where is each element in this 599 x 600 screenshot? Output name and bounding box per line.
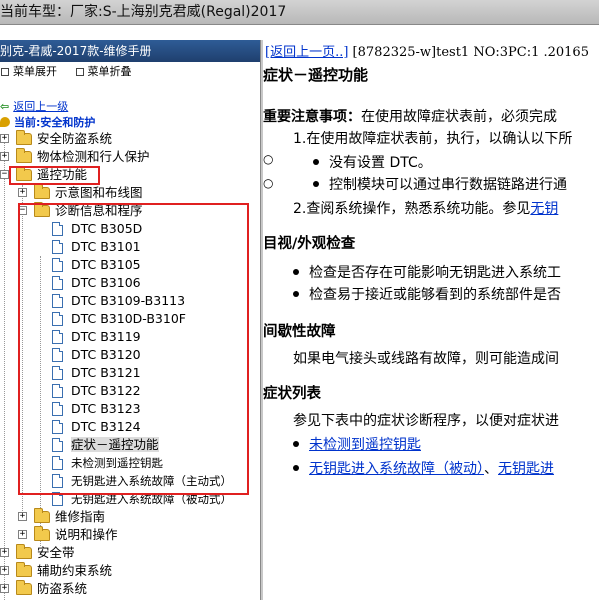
folder-icon	[16, 130, 32, 145]
vehicle-header: 当前车型：厂家:S-上海别克君威(Regal)2017	[0, 0, 599, 25]
section-symptom-list: 症状列表	[263, 386, 321, 402]
back-up-link[interactable]: ⇦ 返回上一级	[0, 98, 68, 114]
expand-plus-icon[interactable]: +	[0, 152, 9, 161]
expand-plus-icon[interactable]: +	[0, 584, 9, 593]
menu-toolbar: 菜单展开 菜单折叠	[0, 62, 260, 82]
location-pin-icon	[0, 117, 10, 127]
section-visual-inspection: 目视/外观检查	[263, 236, 356, 252]
visual-check-2: 检查易于接近或能够看到的系统部件是否	[293, 284, 561, 304]
bullet-serial-data: 控制模块可以通过串行数据链路进行通	[313, 174, 567, 194]
symptom-link-item-1: 未检测到遥控钥匙	[293, 434, 421, 454]
folder-icon	[34, 526, 50, 541]
doc-reference: [8782325-w]test1 NO:3PC:1 .20165	[348, 45, 589, 60]
vehicle-label: 当前车型：	[0, 4, 70, 20]
navigation-panel: 别克-君威-2017款-维修手册 菜单展开 菜单折叠 ⇦ 返回上一级 当前:安全和…	[0, 40, 260, 600]
bullet-icon	[293, 441, 299, 447]
keyless-entry-link[interactable]: 无钥匙进	[498, 461, 554, 477]
folder-icon	[16, 580, 32, 595]
highlight-diagnostics	[18, 203, 249, 495]
bullet-icon	[313, 181, 319, 187]
symptom-text: 参见下表中的症状诊断程序，以便对症状进	[293, 413, 559, 429]
menu-expand-button[interactable]: 菜单展开	[0, 62, 57, 82]
vehicle-value: 厂家:S-上海别克君威(Regal)2017	[70, 4, 287, 20]
step-1: 1.在使用故障症状表前，执行，以确认以下所	[293, 131, 573, 147]
notice-line: 重要注意事项：在使用故障症状表前，必须完成	[263, 109, 557, 125]
bullet-icon	[293, 269, 299, 275]
doc-reference-line: [返回上一页..] [8782325-w]test1 NO:3PC:1 .201…	[265, 41, 589, 60]
folder-icon	[16, 562, 32, 577]
back-arrow-icon: ⇦	[0, 100, 10, 113]
expand-plus-icon[interactable]: +	[18, 512, 27, 521]
collapse-icon	[75, 68, 84, 76]
folder-icon	[34, 184, 50, 199]
step-2: 2.查阅系统操作，熟悉系统功能。参见无钥	[293, 201, 559, 217]
bullet-icon	[313, 159, 319, 165]
visual-check-1: 检查是否存在可能影响无钥匙进入系统工	[293, 262, 561, 282]
expand-plus-icon[interactable]: +	[0, 134, 9, 143]
back-page-link[interactable]: [返回上一页..]	[265, 45, 348, 60]
expand-plus-icon[interactable]: +	[0, 548, 9, 557]
collapse-minus-icon[interactable]: −	[0, 170, 9, 179]
keyless-system-link[interactable]: 无钥	[530, 201, 558, 217]
bullet-no-dtc: 没有设置 DTC。	[313, 152, 432, 172]
folder-icon	[16, 544, 32, 559]
list-marker-icon: ○	[263, 152, 274, 166]
expand-plus-icon[interactable]: +	[18, 188, 27, 197]
intermittent-text: 如果电气接头或线路有故障，则可能造成间	[293, 351, 559, 367]
symptom-link-item-2: 无钥匙进入系统故障（被动）、无钥匙进	[293, 458, 554, 478]
highlight-remote-function	[9, 166, 100, 185]
current-location: 当前:安全和防护	[0, 114, 95, 130]
expand-plus-icon[interactable]: +	[18, 530, 27, 539]
bullet-icon	[293, 465, 299, 471]
bullet-icon	[293, 291, 299, 297]
content-panel: [返回上一页..] [8782325-w]test1 NO:3PC:1 .201…	[263, 40, 599, 600]
folder-icon	[34, 508, 50, 523]
no-remote-key-link[interactable]: 未检测到遥控钥匙	[309, 437, 421, 453]
expand-icon	[1, 68, 9, 76]
section-intermittent: 间歇性故障	[263, 324, 336, 340]
manual-title: 别克-君威-2017款-维修手册	[0, 40, 260, 62]
folder-icon	[16, 148, 32, 163]
expand-plus-icon[interactable]: +	[0, 566, 9, 575]
list-marker-icon: ○	[263, 176, 274, 190]
page-title: 症状－遥控功能	[263, 66, 369, 84]
menu-collapse-button[interactable]: 菜单折叠	[75, 62, 132, 82]
keyless-passive-link[interactable]: 无钥匙进入系统故障（被动）	[309, 461, 484, 477]
